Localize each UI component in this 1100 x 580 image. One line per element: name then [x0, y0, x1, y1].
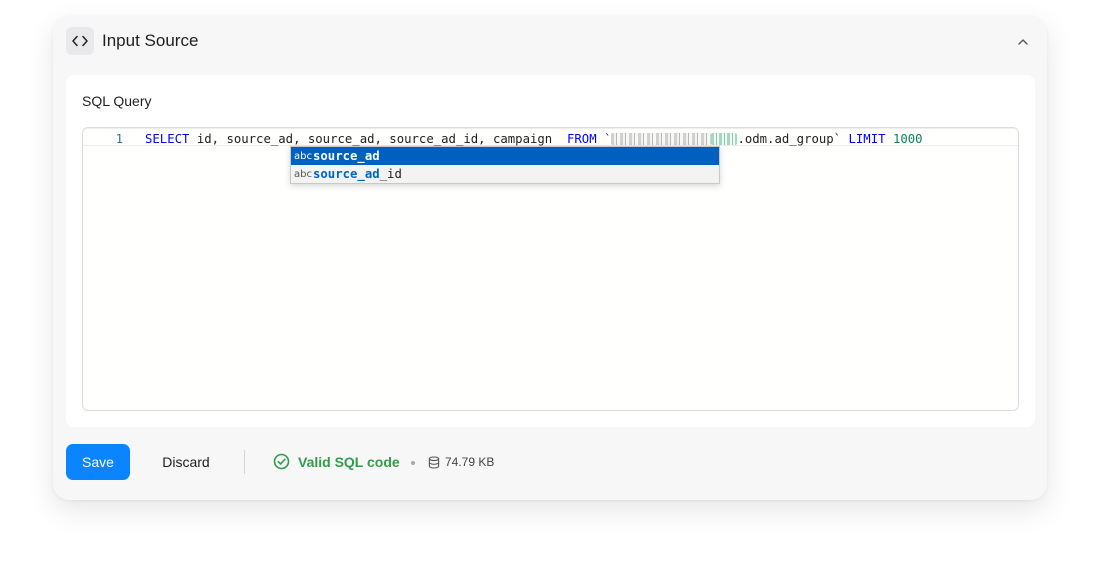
suggestion-item[interactable]: abc source_ad _id	[291, 165, 719, 183]
table-suffix: .odm.ad_group`	[737, 132, 849, 146]
text-kind-icon: abc	[294, 168, 312, 180]
input-source-panel: Input Source SQL Query 1 SELECT id, sour…	[53, 16, 1047, 500]
chevron-up-icon	[1018, 39, 1028, 45]
redacted-text	[711, 133, 738, 145]
panel-title: Input Source	[102, 31, 199, 50]
sql-query-label: SQL Query	[82, 93, 152, 109]
code-icon	[66, 27, 94, 55]
autocomplete-dropdown: abc source_ad abc source_ad _id	[290, 146, 720, 184]
save-button[interactable]: Save	[66, 444, 130, 480]
column-list: id, source_ad, source_ad, source_ad_id, …	[189, 132, 567, 146]
status-text: Valid SQL code	[298, 453, 400, 470]
suggestion-item[interactable]: abc source_ad	[291, 147, 719, 165]
current-line: 1 SELECT id, source_ad, source_ad, sourc…	[83, 128, 1018, 146]
line-number: 1	[115, 132, 123, 146]
table-prefix: `	[596, 132, 612, 146]
size-text: 74.79 KB	[445, 455, 495, 469]
collapse-button[interactable]	[1011, 30, 1035, 54]
text-kind-icon: abc	[294, 150, 312, 162]
check-circle-icon	[273, 453, 290, 470]
redacted-text	[611, 133, 712, 145]
discard-button[interactable]: Discard	[144, 444, 228, 480]
keyword-from: FROM	[567, 132, 597, 146]
sql-editor[interactable]: 1 SELECT id, source_ad, source_ad, sourc…	[82, 127, 1019, 411]
database-icon	[428, 455, 440, 469]
action-footer: Save Discard Valid SQL code 74.79 KB	[66, 444, 1035, 480]
suggestion-match: source_ad	[313, 149, 380, 163]
limit-value: 1000	[892, 132, 923, 146]
separator-dot	[411, 461, 415, 465]
validation-status: Valid SQL code	[273, 453, 400, 470]
data-size: 74.79 KB	[428, 455, 494, 469]
sql-query-card: SQL Query 1 SELECT id, source_ad, source…	[66, 75, 1035, 427]
keyword-select: SELECT	[145, 132, 190, 146]
panel-header: Input Source	[53, 16, 1047, 68]
suggestion-match: source_ad	[313, 167, 380, 181]
suggestion-rest: _id	[379, 167, 402, 181]
divider	[244, 450, 245, 474]
keyword-limit: LIMIT	[848, 132, 886, 146]
